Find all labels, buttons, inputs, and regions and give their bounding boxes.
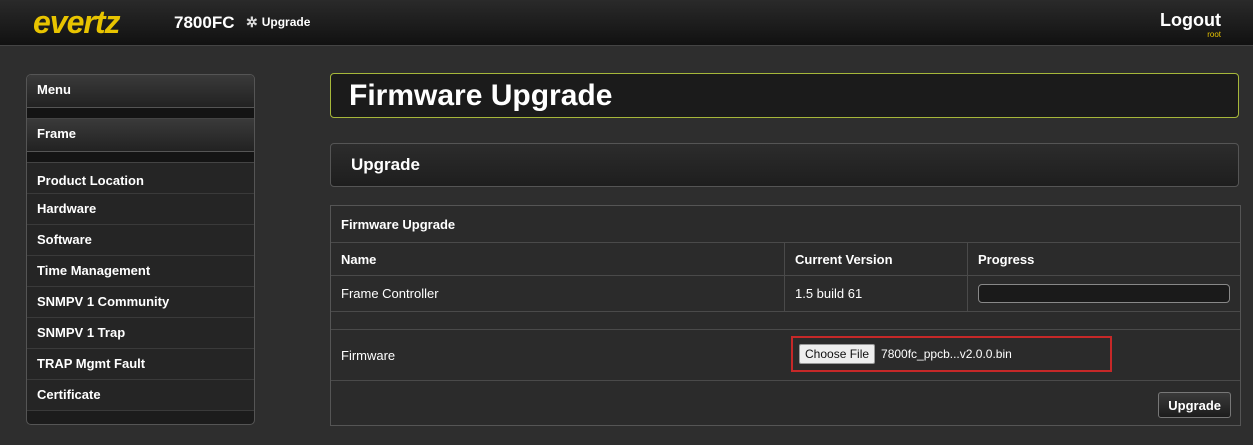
column-header-name: Name [341,251,377,267]
section-title: Upgrade [351,155,420,174]
upgrade-nav-label: Upgrade [261,15,311,29]
table-action-row: Upgrade [331,381,1240,425]
table-spacer-row [331,312,1240,330]
sidebar-item-product-location[interactable]: Product Location [27,163,254,194]
table-caption-row: Firmware Upgrade [331,206,1240,243]
sidebar-item-snmpv1-community[interactable]: SNMPV 1 Community [27,287,254,318]
sidebar-item-snmpv1-trap[interactable]: SNMPV 1 Trap [27,318,254,349]
sidebar-divider [27,152,254,163]
gear-icon: ✲ [246,14,258,30]
sidebar-item-trap-mgmt-fault[interactable]: TRAP Mgmt Fault [27,349,254,380]
section-header-panel: Upgrade [330,143,1239,187]
selected-file-name: 7800fc_ppcb...v2.0.0.bin [881,347,1012,361]
file-picker: Choose File 7800fc_ppcb...v2.0.0.bin [791,336,1112,372]
upgrade-button[interactable]: Upgrade [1158,392,1231,418]
row-name: Frame Controller [341,286,439,301]
firmware-upgrade-table: Firmware Upgrade Name Current Version Pr… [330,205,1241,426]
firmware-label: Firmware [341,347,396,363]
upgrade-nav-link[interactable]: ✲ Upgrade [246,15,310,29]
sidebar-item-certificate[interactable]: Certificate [27,380,254,411]
logged-in-user: root [1207,30,1221,39]
page-title-panel: Firmware Upgrade [330,73,1239,118]
sidebar-menu-header[interactable]: Menu [27,75,254,108]
progress-bar [978,284,1230,303]
top-bar: evertz 7800FC ✲ Upgrade Logout root [0,0,1253,46]
evertz-logo: evertz [33,4,120,40]
sidebar-item-software[interactable]: Software [27,225,254,256]
sidebar-menu: Menu Frame Product Location Hardware Sof… [26,74,255,425]
row-progress-cell [967,276,1240,311]
sidebar-item-hardware[interactable]: Hardware [27,194,254,225]
table-row: Frame Controller 1.5 build 61 [331,276,1240,312]
device-model: 7800FC [174,13,235,32]
table-caption: Firmware Upgrade [341,216,456,232]
choose-file-button[interactable]: Choose File [799,344,876,364]
page-title: Firmware Upgrade [349,79,613,112]
sidebar-divider [27,108,254,119]
sidebar-item-time-management[interactable]: Time Management [27,256,254,287]
column-header-current-version: Current Version [784,243,967,275]
logout-button[interactable]: Logout [1160,10,1221,31]
firmware-file-row: Firmware Choose File 7800fc_ppcb...v2.0.… [331,330,1240,381]
sidebar-frame-header[interactable]: Frame [27,119,254,152]
column-header-progress: Progress [967,243,1240,275]
table-header-row: Name Current Version Progress [331,243,1240,276]
row-current-version: 1.5 build 61 [784,276,967,311]
